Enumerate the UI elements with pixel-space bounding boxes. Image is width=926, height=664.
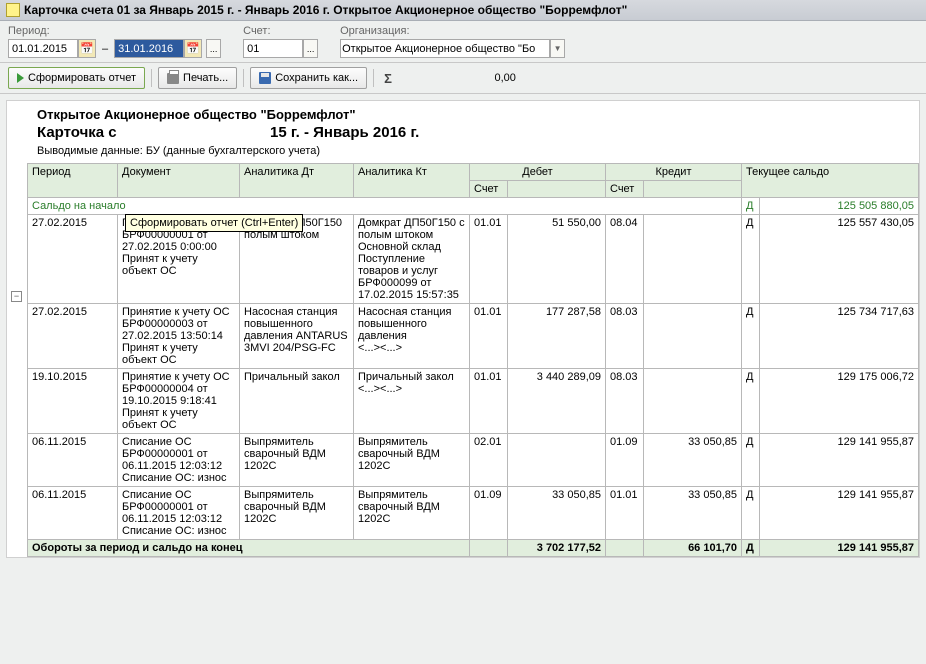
col-debit-amt (508, 181, 606, 198)
save-as-label: Сохранить как... (275, 72, 358, 84)
date-from-input[interactable] (8, 39, 78, 58)
report-area: Сформировать отчет (Ctrl+Enter) Открытое… (6, 100, 920, 558)
calendar-icon[interactable]: 📅 (78, 39, 96, 58)
col-balance: Текущее сальдо (742, 164, 919, 198)
filter-bar: Период: 📅 – 📅 ... Счет: ... Организация:… (0, 21, 926, 63)
window-title: Карточка счета 01 за Январь 2015 г. - Ян… (24, 3, 627, 17)
dash: – (100, 43, 110, 55)
start-balance-dk: Д (742, 198, 760, 215)
title-bar: Карточка счета 01 за Январь 2015 г. - Ян… (0, 0, 926, 21)
col-credit: Кредит (606, 164, 742, 181)
separator (151, 69, 152, 87)
toolbar-total: 0,00 (400, 72, 520, 84)
print-button[interactable]: Печать... (158, 67, 237, 89)
separator (243, 69, 244, 87)
date-to-input[interactable] (114, 39, 184, 58)
table-row[interactable]: 19.10.2015Принятие к учету ОС БРФ0000000… (28, 369, 919, 434)
period-picker-button[interactable]: ... (206, 39, 221, 58)
collapse-button[interactable]: − (11, 291, 22, 302)
report-title: Карточка счета 01 за Январь 2015 г. - Ян… (37, 122, 889, 141)
report-header: Открытое Акционерное общество "Борремфло… (7, 101, 919, 163)
toolbar: Сформировать отчет Печать... Сохранить к… (0, 63, 926, 94)
col-period: Период (28, 164, 118, 198)
col-credit-acct: Счет (606, 181, 644, 198)
table-row[interactable]: 27.02.2015Принятие к учету ОС БРФ0000000… (28, 304, 919, 369)
print-icon (167, 73, 179, 84)
print-label: Печать... (183, 72, 228, 84)
calendar-icon[interactable]: 📅 (184, 39, 202, 58)
start-balance-row: Сальдо на начало Д 125 505 880,05 (28, 198, 919, 215)
col-debit-acct: Счет (470, 181, 508, 198)
period-label: Период: (8, 25, 221, 37)
org-select[interactable] (340, 39, 550, 58)
form-report-label: Сформировать отчет (28, 72, 136, 84)
col-an-dt: Аналитика Дт (240, 164, 354, 198)
start-balance-amount: 125 505 880,05 (760, 198, 919, 215)
report-subtitle: Выводимые данные: БУ (данные бухгалтерск… (37, 141, 889, 161)
table-row[interactable]: 06.11.2015Списание ОС БРФ00000001 от 06.… (28, 434, 919, 487)
col-debit: Дебет (470, 164, 606, 181)
col-credit-amt (644, 181, 742, 198)
account-input[interactable] (243, 39, 303, 58)
tooltip: Сформировать отчет (Ctrl+Enter) (125, 214, 303, 232)
report-org: Открытое Акционерное общество "Борремфло… (37, 107, 889, 122)
form-report-button[interactable]: Сформировать отчет (8, 67, 145, 89)
sigma-icon: Σ (380, 71, 396, 86)
save-as-button[interactable]: Сохранить как... (250, 67, 367, 89)
account-label: Счет: (243, 25, 318, 37)
window-icon (6, 3, 20, 17)
chevron-down-icon[interactable]: ▼ (550, 39, 565, 58)
start-balance-label: Сальдо на начало (28, 198, 742, 215)
save-icon (259, 72, 271, 84)
account-picker-button[interactable]: ... (303, 39, 318, 58)
play-icon (17, 73, 24, 83)
col-document: Документ (118, 164, 240, 198)
totals-row: Обороты за период и сальдо на конец3 702… (28, 540, 919, 557)
separator (373, 69, 374, 87)
org-label: Организация: (340, 25, 565, 37)
table-row[interactable]: 06.11.2015Списание ОС БРФ00000001 от 06.… (28, 487, 919, 540)
col-an-kt: Аналитика Кт (354, 164, 470, 198)
